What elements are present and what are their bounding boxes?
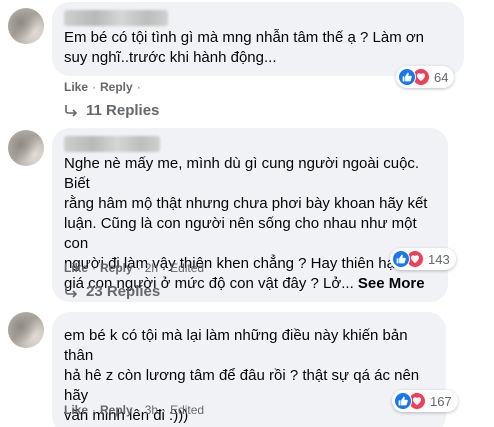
reaction-count: 143 [428, 251, 450, 267]
separator: · [136, 403, 141, 417]
like-button[interactable]: Like [64, 261, 88, 275]
edited-label: Edited [170, 403, 205, 417]
reply-button[interactable]: Reply [100, 80, 133, 94]
reactions-summary[interactable]: 167 [392, 390, 458, 412]
separator: · [162, 403, 167, 417]
separator: · [136, 261, 141, 275]
comment-bubble: Nghe nè mấy me, mình dù gì cung người ng… [52, 128, 448, 302]
like-reaction-icon [392, 250, 410, 268]
comment-actions: Like · Reply · 3h · Edited [64, 403, 204, 417]
replies-count-label: 23 Replies [86, 283, 161, 300]
reaction-count: 64 [434, 69, 449, 85]
replies-count-label: 11 Replies [86, 102, 160, 119]
like-button[interactable]: Like [64, 403, 88, 417]
view-replies-link[interactable]: 23 Replies [64, 283, 160, 300]
separator: · [92, 261, 97, 275]
view-replies-link[interactable]: 11 Replies [64, 102, 159, 119]
comment-text: Em bé có tội tình gì mà mng nhẫn tâm thế… [64, 29, 425, 66]
author-name-redacted[interactable] [64, 10, 168, 26]
comment-timestamp[interactable]: 2h [145, 261, 158, 275]
comment-actions: Like · Reply · [64, 80, 145, 94]
reactions-summary[interactable]: 64 [396, 66, 455, 88]
like-reaction-icon [398, 68, 416, 86]
separator: · [136, 80, 141, 94]
avatar[interactable] [8, 8, 44, 44]
separator: · [92, 403, 97, 417]
edited-label: Edited [170, 261, 205, 275]
avatar[interactable] [8, 130, 44, 166]
like-button[interactable]: Like [64, 80, 88, 94]
reply-arrow-icon [65, 285, 78, 298]
author-name-redacted[interactable] [64, 136, 160, 152]
separator: · [162, 261, 167, 275]
avatar[interactable] [8, 312, 44, 348]
comment-timestamp[interactable]: 3h [145, 403, 158, 417]
reply-button[interactable]: Reply [100, 261, 133, 275]
comment-actions: Like · Reply · 2h · Edited [64, 261, 204, 275]
comment-bubble: Em bé có tội tình gì mà mng nhẫn tâm thế… [52, 2, 464, 76]
see-more-link[interactable]: See More [358, 275, 425, 292]
separator: · [92, 80, 97, 94]
reply-arrow-icon [65, 104, 78, 117]
reaction-count: 167 [430, 393, 452, 409]
reply-button[interactable]: Reply [100, 403, 133, 417]
like-reaction-icon [394, 392, 412, 410]
reactions-summary[interactable]: 143 [390, 248, 456, 270]
